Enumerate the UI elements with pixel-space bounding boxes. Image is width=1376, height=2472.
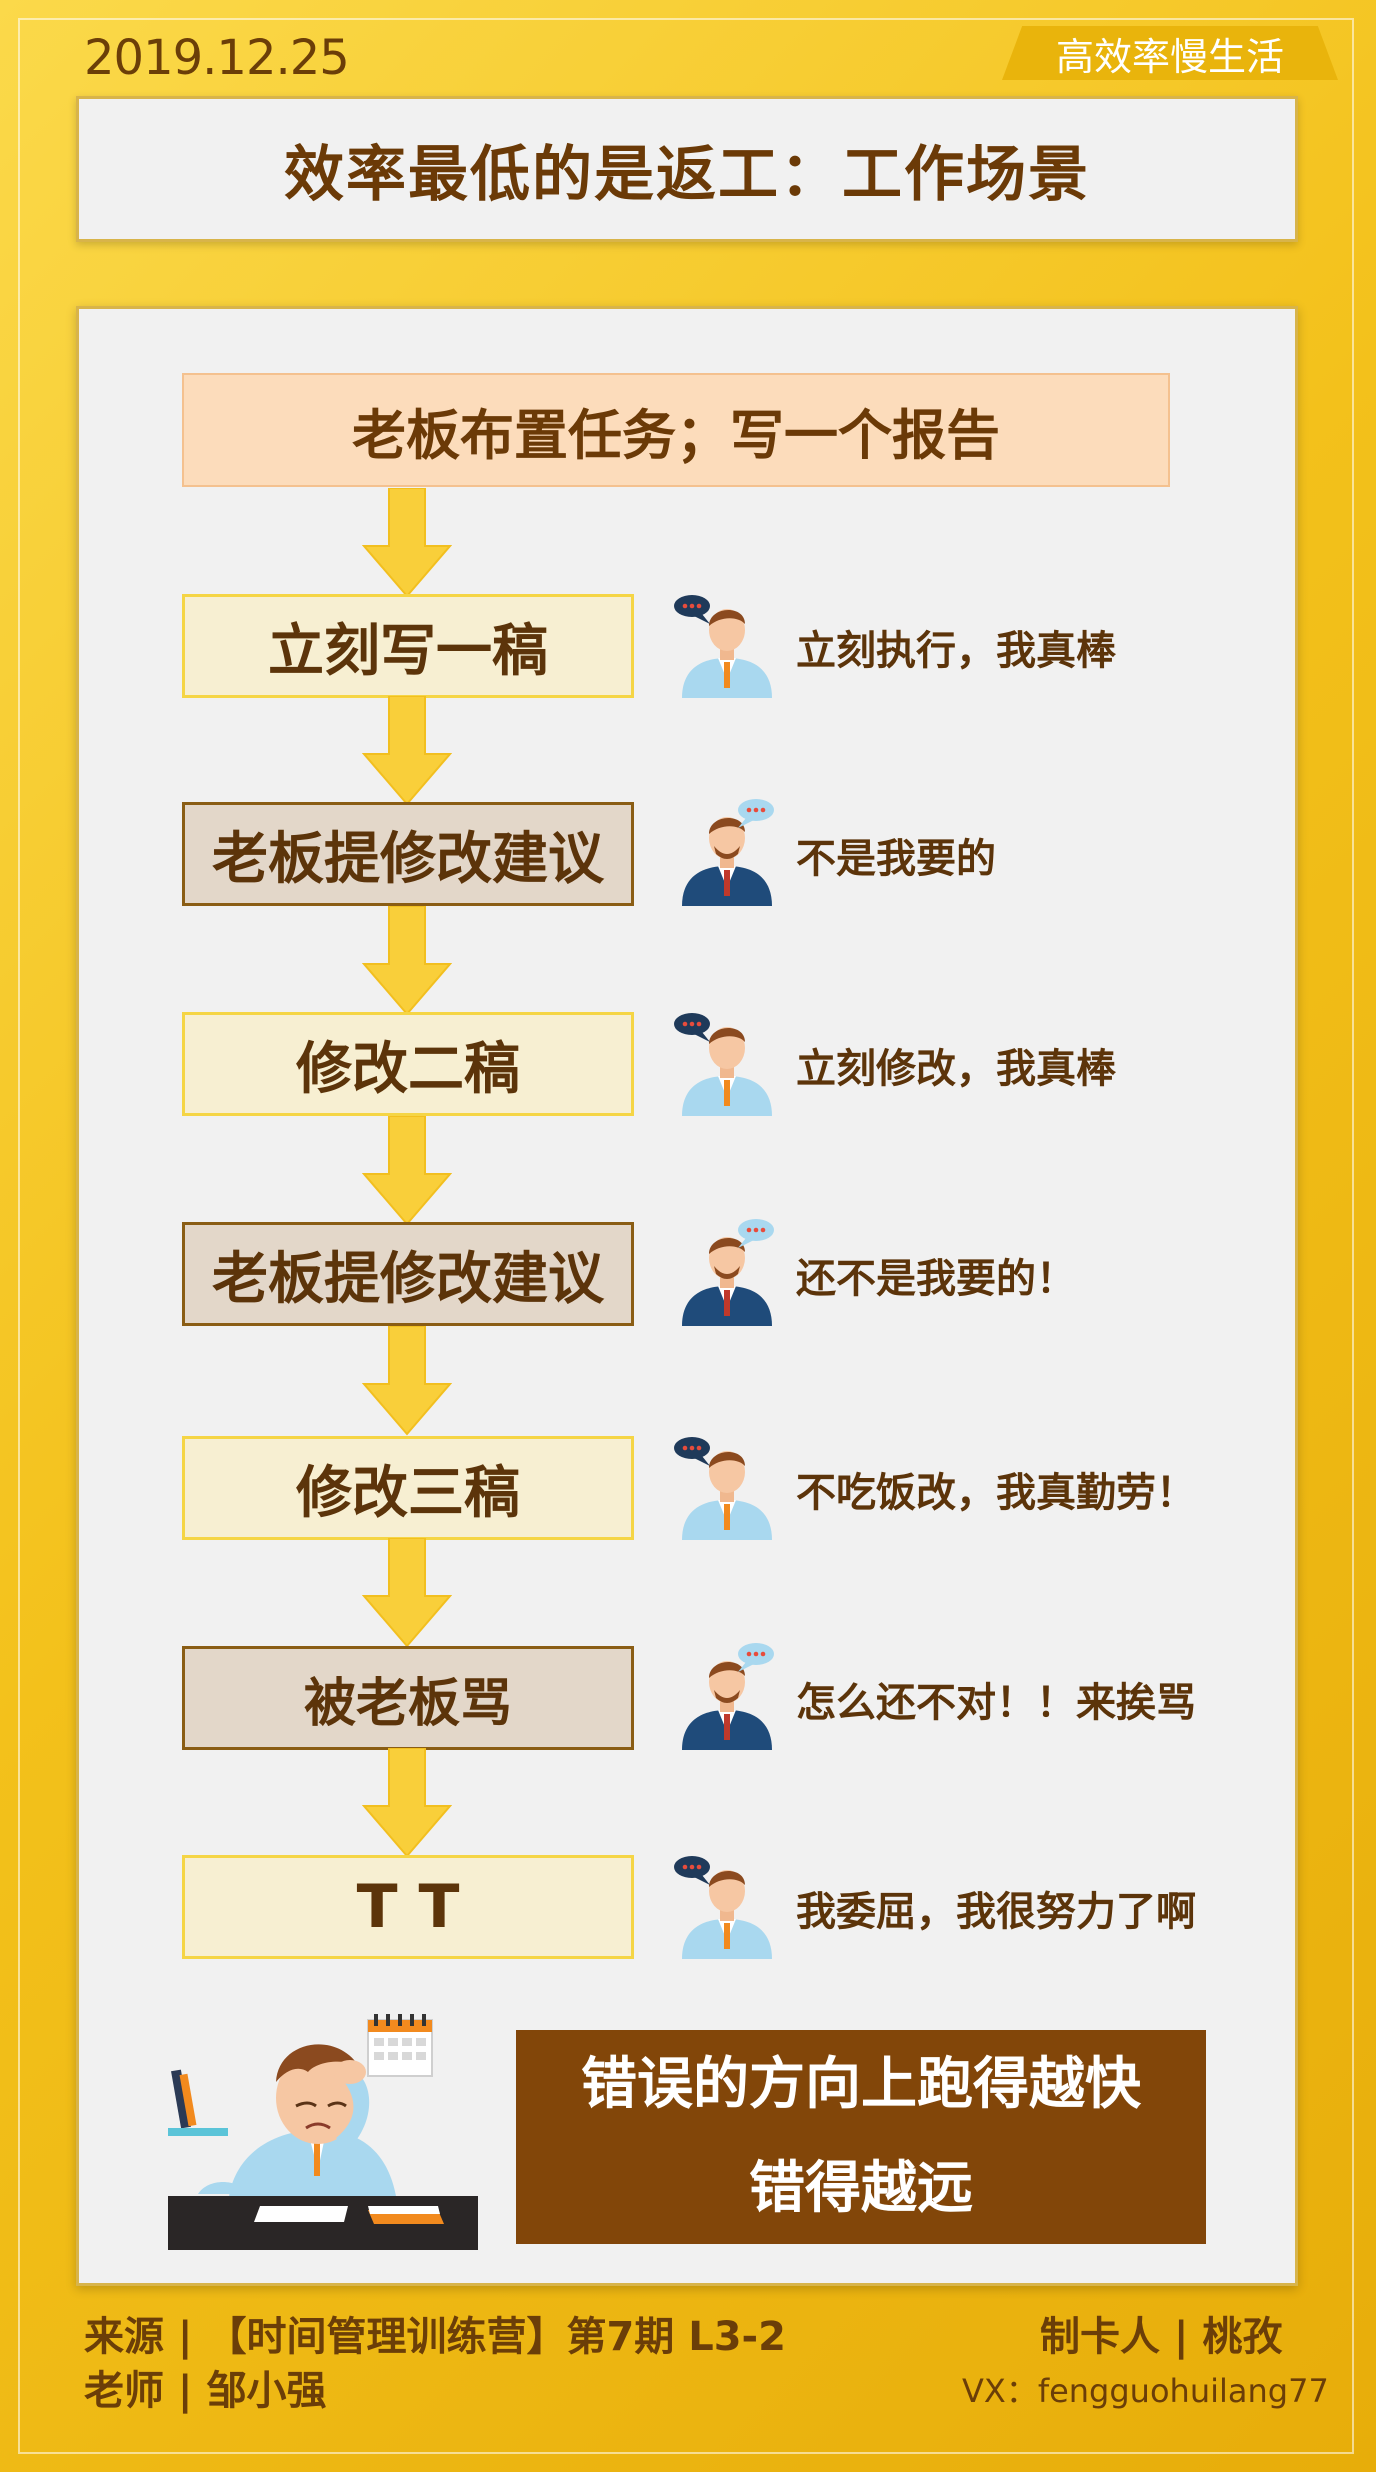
boss-avatar-icon bbox=[682, 1219, 774, 1326]
step-box: 修改二稿 bbox=[182, 1012, 634, 1116]
date-label: 2019.12.25 bbox=[84, 30, 350, 86]
speech-quote: 怎么还不对！！来挨骂 bbox=[796, 1680, 1196, 1726]
employee-avatar-icon bbox=[674, 1437, 772, 1540]
tagline-badge: 高效率慢生活 bbox=[1002, 26, 1338, 80]
arrow-down-icon bbox=[362, 1326, 452, 1436]
employee-avatar-icon bbox=[674, 1856, 772, 1959]
teacher-text: 老师 | 邹小强 bbox=[84, 2368, 327, 2414]
boss-avatar-icon bbox=[682, 1643, 774, 1750]
conclusion-line-2: 错得越远 bbox=[749, 2156, 973, 2221]
maker-text: 制卡人 | 桃孜 bbox=[1040, 2314, 1283, 2360]
arrow-down-icon bbox=[362, 1116, 452, 1226]
step-box: 被老板骂 bbox=[182, 1646, 634, 1750]
step-box: 老板提修改建议 bbox=[182, 802, 634, 906]
speech-quote: 立刻执行，我真棒 bbox=[796, 628, 1116, 674]
conclusion-line-1: 错误的方向上跑得越快 bbox=[581, 2052, 1141, 2117]
stressed-worker-illustration bbox=[168, 2014, 478, 2250]
arrow-down-icon bbox=[362, 906, 452, 1016]
speech-quote: 不是我要的 bbox=[796, 836, 996, 882]
arrow-down-icon bbox=[362, 1538, 452, 1648]
speech-quote: 还不是我要的！ bbox=[796, 1256, 1076, 1302]
employee-avatar-icon bbox=[674, 595, 772, 698]
source-text: 来源 | 【时间管理训练营】第7期 L3-2 bbox=[84, 2314, 786, 2360]
speech-quote: 我委屈，我很努力了啊 bbox=[796, 1889, 1196, 1935]
wechat-text: VX：fengguohuilang77 bbox=[962, 2372, 1329, 2410]
arrow-down-icon bbox=[362, 1748, 452, 1858]
step-box: 修改三稿 bbox=[182, 1436, 634, 1540]
task-box: 老板布置任务；写一个报告 bbox=[182, 373, 1170, 487]
conclusion-banner: 错误的方向上跑得越快 错得越远 bbox=[516, 2030, 1206, 2244]
step-box: 立刻写一稿 bbox=[182, 594, 634, 698]
employee-avatar-icon bbox=[674, 1013, 772, 1116]
speech-quote: 立刻修改，我真棒 bbox=[796, 1046, 1116, 1092]
page-title: 效率最低的是返工：工作场景 bbox=[284, 139, 1090, 210]
speech-quote: 不吃饭改，我真勤劳！ bbox=[796, 1470, 1196, 1516]
arrow-down-icon bbox=[362, 488, 452, 598]
step-box: 老板提修改建议 bbox=[182, 1222, 634, 1326]
boss-avatar-icon bbox=[682, 799, 774, 906]
title-banner: 效率最低的是返工：工作场景 bbox=[76, 96, 1298, 242]
step-box: T T bbox=[182, 1855, 634, 1959]
arrow-down-icon bbox=[362, 696, 452, 806]
